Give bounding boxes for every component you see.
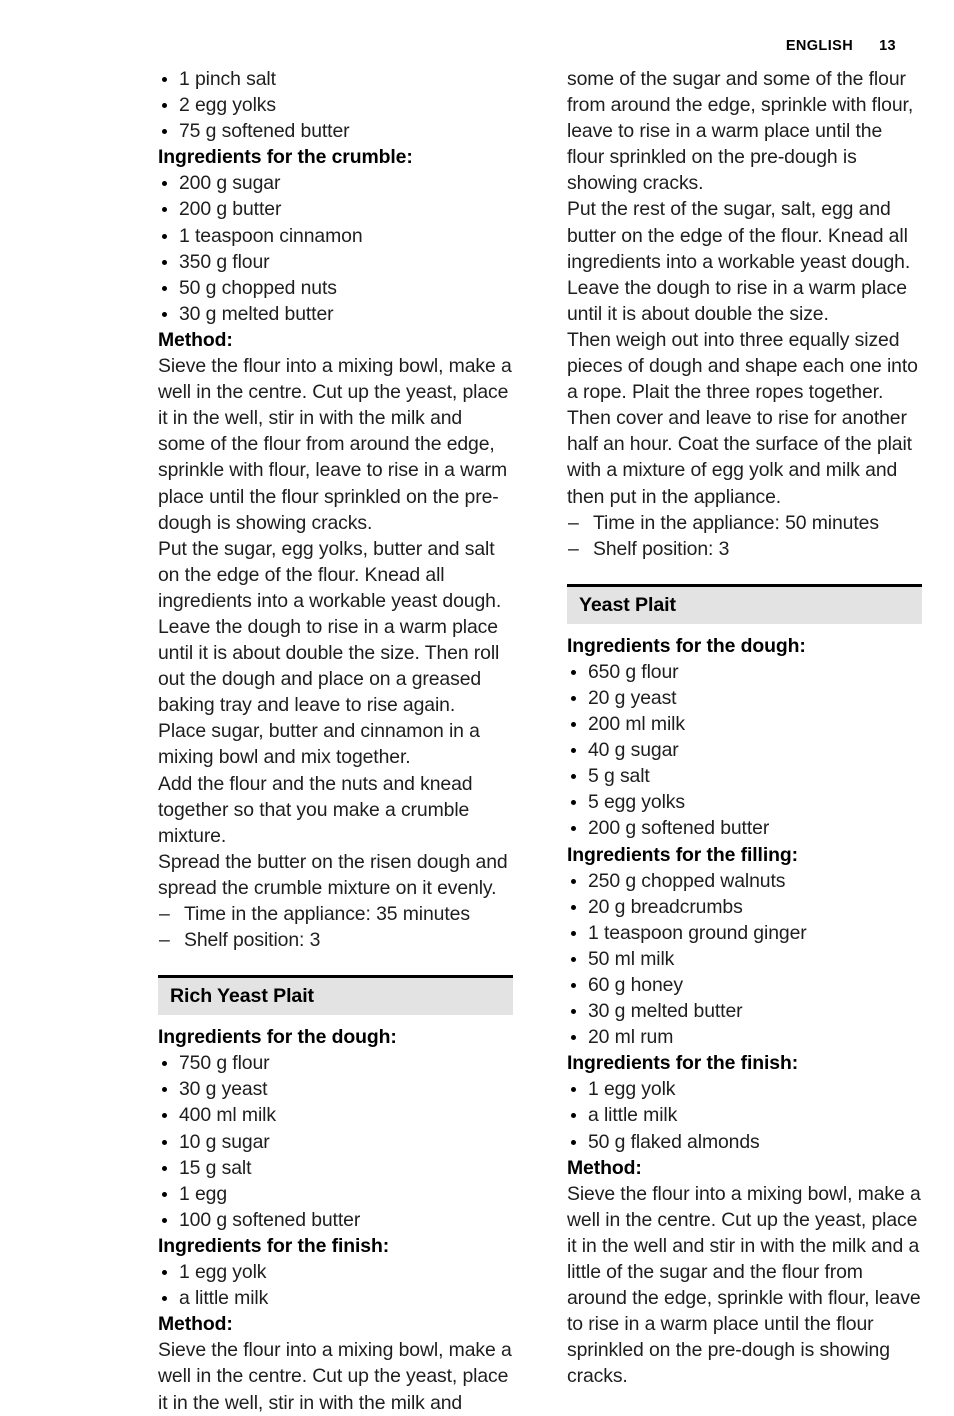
list-item: 1 egg yolk (567, 1076, 922, 1102)
yeast-plait-dough-list: 650 g flour 20 g yeast 200 ml milk 40 g … (567, 659, 922, 842)
setting-item: Time in the appliance: 35 minutes (158, 901, 513, 927)
setting-item: Shelf position: 3 (567, 536, 922, 562)
list-item: 15 g salt (158, 1155, 513, 1181)
list-item: 30 g yeast (158, 1076, 513, 1102)
list-item: 1 pinch salt (158, 66, 513, 92)
yeast-plait-method-heading: Method: (567, 1156, 642, 1179)
list-item: 350 g flour (158, 249, 513, 275)
list-item: 30 g melted butter (567, 998, 922, 1024)
list-item: 75 g softened butter (158, 118, 513, 144)
list-item: 2 egg yolks (158, 92, 513, 118)
method-paragraph: Leave the dough to rise in a warm place … (158, 615, 500, 717)
list-item: 10 g sugar (158, 1129, 513, 1155)
list-item: 1 egg yolk (158, 1259, 513, 1285)
method-paragraph: Place sugar, butter and cinnamon in a mi… (158, 720, 480, 769)
yeast-plait-filling-heading: Ingredients for the filling: (567, 843, 798, 866)
method-paragraph: Spread the butter on the risen dough and… (158, 850, 508, 899)
method-paragraph: Sieve the flour into a mixing bowl, make… (158, 355, 512, 534)
list-item: a little milk (567, 1102, 922, 1128)
section-header-yeast-plait: Yeast Plait (567, 583, 922, 624)
method-paragraph: some of the sugar and some of the flour … (567, 68, 914, 195)
rich-plait-finish-list: 1 egg yolk a little milk (158, 1259, 513, 1311)
right-column: some of the sugar and some of the flour … (567, 66, 922, 1416)
list-item: 750 g flour (158, 1050, 513, 1076)
list-item: 200 g butter (158, 196, 513, 222)
rich-plait-settings-list: Time in the appliance: 50 minutes Shelf … (567, 510, 922, 562)
crumble-ingredients-heading: Ingredients for the crumble: (158, 146, 413, 169)
method-paragraph: Leave the dough to rise in a warm place … (567, 276, 907, 325)
method-paragraph: Put the rest of the sugar, salt, egg and… (567, 198, 911, 273)
crumble-method-heading: Method: (158, 328, 233, 351)
list-item: 5 egg yolks (567, 789, 922, 815)
list-item: 30 g melted butter (158, 301, 513, 327)
method-paragraph: Add the flour and the nuts and knead tog… (158, 772, 473, 847)
list-item: a little milk (158, 1285, 513, 1311)
crumble-ingredients-list: 200 g sugar 200 g butter 1 teaspoon cinn… (158, 170, 513, 327)
list-item: 50 ml milk (567, 946, 922, 972)
list-item: 50 g chopped nuts (158, 275, 513, 301)
rich-plait-dough-heading: Ingredients for the dough: (158, 1026, 397, 1049)
yeast-plait-finish-list: 1 egg yolk a little milk 50 g flaked alm… (567, 1076, 922, 1154)
method-paragraph: Then weigh out into three equally sized … (567, 328, 918, 508)
crumble-settings-list: Time in the appliance: 35 minutes Shelf … (158, 901, 513, 953)
page-number: 13 (879, 38, 896, 54)
list-item: 20 ml rum (567, 1024, 922, 1050)
rich-plait-method-heading: Method: (158, 1313, 233, 1336)
setting-item: Shelf position: 3 (158, 927, 513, 953)
method-paragraph: Sieve the flour into a mixing bowl, make… (567, 1182, 921, 1388)
list-item: 40 g sugar (567, 737, 922, 763)
list-item: 250 g chopped walnuts (567, 868, 922, 894)
list-item: 200 ml milk (567, 711, 922, 737)
section-header-rich-yeast-plait: Rich Yeast Plait (158, 975, 513, 1016)
page-header: ENGLISH 13 (786, 38, 896, 54)
method-paragraph: Sieve the flour into a mixing bowl, make… (158, 1339, 512, 1414)
list-item: 20 g yeast (567, 685, 922, 711)
setting-item: Time in the appliance: 50 minutes (567, 510, 922, 536)
list-item: 1 egg (158, 1181, 513, 1207)
rich-plait-dough-list: 750 g flour 30 g yeast 400 ml milk 10 g … (158, 1050, 513, 1233)
list-item: 200 g sugar (158, 170, 513, 196)
list-item: 100 g softened butter (158, 1207, 513, 1233)
list-item: 650 g flour (567, 659, 922, 685)
left-column: 1 pinch salt 2 egg yolks 75 g softened b… (158, 66, 513, 1416)
yeast-plait-finish-heading: Ingredients for the finish: (567, 1052, 799, 1075)
header-language: ENGLISH (785, 38, 854, 54)
yeast-plait-dough-heading: Ingredients for the dough: (567, 634, 806, 657)
yeast-plait-filling-list: 250 g chopped walnuts 20 g breadcrumbs 1… (567, 868, 922, 1051)
list-item: 400 ml milk (158, 1102, 513, 1128)
list-item: 20 g breadcrumbs (567, 894, 922, 920)
list-item: 60 g honey (567, 972, 922, 998)
list-item: 1 teaspoon ground ginger (567, 920, 922, 946)
list-item: 200 g softened butter (567, 815, 922, 841)
crumble-dough-remainder-list: 1 pinch salt 2 egg yolks 75 g softened b… (158, 66, 513, 144)
method-paragraph: Put the sugar, egg yolks, butter and sal… (158, 537, 502, 612)
page-body: 1 pinch salt 2 egg yolks 75 g softened b… (0, 66, 954, 1416)
list-item: 5 g salt (567, 763, 922, 789)
rich-plait-finish-heading: Ingredients for the finish: (158, 1234, 390, 1257)
list-item: 1 teaspoon cinnamon (158, 223, 513, 249)
list-item: 50 g flaked almonds (567, 1129, 922, 1155)
